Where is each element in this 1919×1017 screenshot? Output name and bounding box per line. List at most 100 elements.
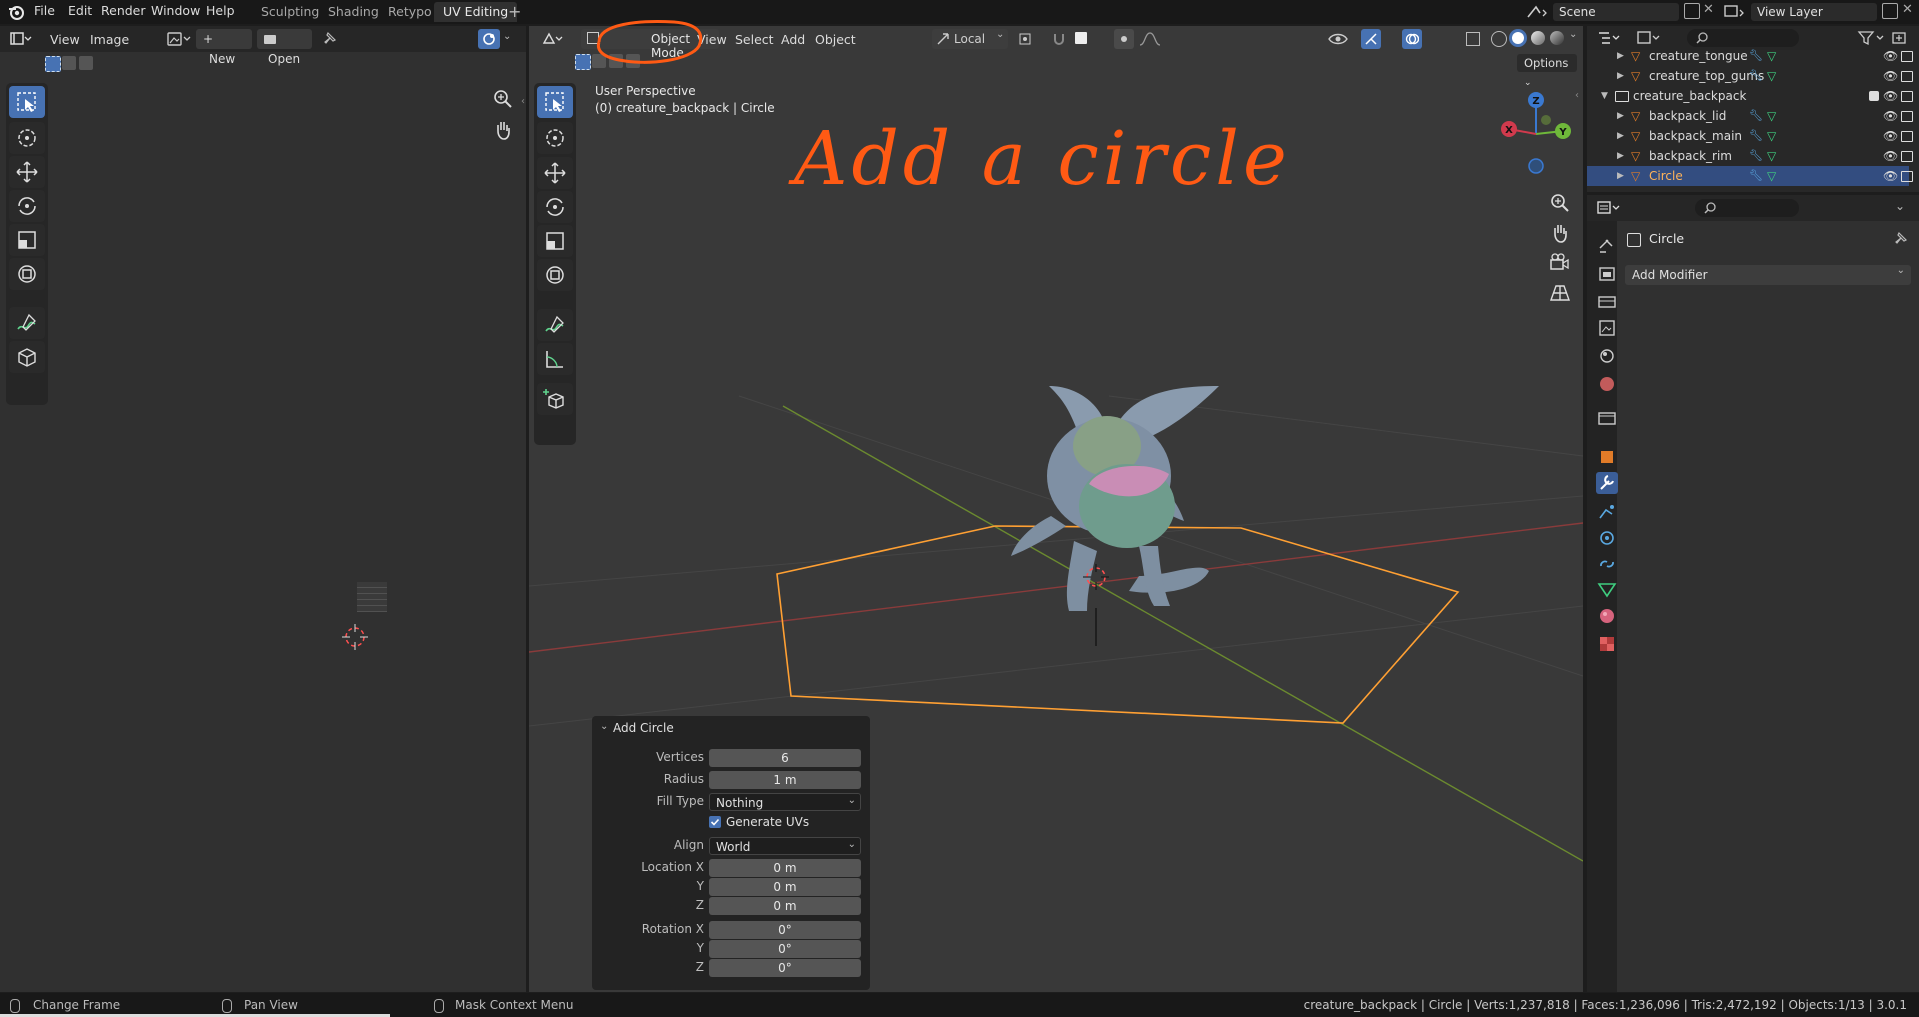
properties-editor-type-icon[interactable]	[1597, 200, 1621, 216]
view-layer-field[interactable]: View Layer	[1751, 3, 1877, 21]
rotation-x-field[interactable]: 0°	[709, 921, 861, 939]
view-layer-icon[interactable]	[1723, 4, 1749, 20]
uv-editor[interactable]: View Image + New Open ⌄	[0, 26, 526, 992]
vertices-field[interactable]: 6	[709, 749, 861, 767]
rotation-y-field[interactable]: 0°	[709, 940, 861, 958]
outliner-row[interactable]: ▶ ▽ backpack_main 🔧︎ ▽ 👁︎	[1587, 126, 1913, 146]
3d-cursor-icon[interactable]	[1081, 562, 1111, 592]
image-browse-icon[interactable]	[167, 31, 193, 47]
xray-icon[interactable]	[1466, 32, 1480, 46]
pan-hand-icon[interactable]	[492, 119, 514, 141]
viewport-tool-measure[interactable]	[537, 343, 573, 375]
viewport-tool-select-box[interactable]	[537, 86, 573, 118]
tool-move[interactable]	[9, 156, 45, 188]
copy-scene-icon[interactable]	[1684, 3, 1700, 19]
outliner-row[interactable]: ▶ ▽ backpack_rim 🔧︎ ▽ 👁︎	[1587, 146, 1913, 166]
new-collection-icon[interactable]	[1891, 30, 1909, 46]
location-x-field[interactable]: 0 m	[709, 859, 861, 877]
render-camera-icon[interactable]	[1901, 111, 1913, 122]
viewport-tool-rotate[interactable]	[537, 191, 573, 223]
mesh-data-icon[interactable]: ▽	[1767, 66, 1776, 86]
new-image-button[interactable]: + New	[196, 29, 252, 66]
expand-arrow-icon[interactable]: ▶	[1617, 106, 1624, 126]
snap-target-icon[interactable]	[1075, 32, 1087, 44]
proportional-edit-toggle[interactable]	[1114, 29, 1134, 49]
visibility-eye-icon[interactable]: 👁︎	[1883, 46, 1898, 66]
mesh-data-icon[interactable]: ▽	[1767, 146, 1776, 166]
gizmo-toggle[interactable]	[1361, 29, 1381, 49]
render-camera-icon[interactable]	[1901, 151, 1913, 162]
visibility-eye-icon[interactable]: 👁︎	[1883, 166, 1898, 186]
properties-search-input[interactable]	[1695, 199, 1799, 217]
expand-arrow-icon[interactable]: ▶	[1617, 166, 1624, 186]
viewport-tool-annotate[interactable]	[537, 309, 573, 341]
overlays-toggle[interactable]	[1402, 29, 1422, 49]
shading-solid-toggle[interactable]	[1509, 29, 1527, 47]
tool-uv-cube[interactable]	[9, 341, 45, 373]
expand-arrow-icon[interactable]: ▼	[1601, 86, 1608, 106]
modifier-wrench-icon[interactable]: 🔧︎	[1749, 66, 1763, 86]
pivot-point-icon[interactable]	[1018, 32, 1042, 46]
filter-icon[interactable]	[1857, 30, 1887, 46]
shading-material-icon[interactable]	[1531, 31, 1545, 45]
zoom-icon[interactable]	[492, 88, 514, 110]
scene-icon[interactable]	[1526, 3, 1552, 21]
blender-logo-icon[interactable]	[7, 3, 25, 21]
outliner-search-input[interactable]	[1687, 29, 1799, 47]
transform-orientation-dropdown[interactable]: Local ⌄	[932, 29, 1008, 49]
camera-icon[interactable]	[1549, 252, 1571, 274]
tool-rotate[interactable]	[9, 190, 45, 222]
menu-render[interactable]: Render	[101, 3, 146, 18]
visibility-eye-icon[interactable]: 👁︎	[1883, 86, 1898, 106]
properties-options-icon[interactable]: ⌄	[1895, 199, 1905, 213]
viewport-collapse-arrow[interactable]: ‹	[1575, 90, 1579, 101]
viewport-menu-select[interactable]: Select	[735, 32, 774, 47]
2d-cursor-icon[interactable]	[340, 622, 370, 652]
expand-arrow-icon[interactable]: ▶	[1617, 66, 1624, 86]
rotation-z-field[interactable]: 0°	[709, 959, 861, 977]
panel-collapse-chevron-icon[interactable]: ⌄	[600, 721, 608, 732]
mesh-data-icon[interactable]: ▽	[1767, 46, 1776, 66]
3d-viewport[interactable]: Object Mode View Select Add Object Local…	[529, 20, 1583, 992]
select-mode-face[interactable]	[79, 56, 93, 70]
select-mode-vertex[interactable]	[45, 56, 61, 72]
viewport-zoom-icon[interactable]	[1549, 192, 1571, 214]
select-mode-edge[interactable]	[62, 56, 76, 70]
shading-wireframe-icon[interactable]	[1491, 31, 1507, 47]
fill-type-dropdown[interactable]: Nothing ⌄	[709, 793, 861, 811]
menu-edit[interactable]: Edit	[68, 3, 92, 18]
close-view-layer-icon[interactable]: ✕	[1902, 2, 1913, 17]
uv-collapse-arrow[interactable]: ‹	[521, 96, 525, 107]
outliner-row[interactable]: ▶ ▽ creature_tongue 🔧︎ ▽ 👁︎	[1587, 46, 1913, 66]
menu-window[interactable]: Window	[151, 3, 200, 18]
viewport-tool-transform[interactable]	[537, 259, 573, 291]
viewport-tool-add-cube[interactable]	[537, 383, 573, 415]
mesh-data-icon[interactable]: ▽	[1767, 126, 1776, 146]
radius-field[interactable]: 1 m	[709, 771, 861, 789]
properties-pin-icon[interactable]	[1893, 231, 1909, 247]
viewport-menu-object[interactable]: Object	[815, 32, 856, 47]
render-camera-icon[interactable]	[1901, 91, 1913, 102]
open-image-button[interactable]: Open	[257, 29, 312, 66]
outliner-row[interactable]: ▶ ▽ backpack_lid 🔧︎ ▽ 👁︎	[1587, 106, 1913, 126]
render-camera-icon[interactable]	[1901, 131, 1913, 142]
collection-exclude-checkbox[interactable]	[1869, 91, 1879, 101]
visibility-eye-icon[interactable]: 👁︎	[1883, 106, 1898, 126]
visibility-eye-icon[interactable]	[1327, 30, 1349, 48]
tool-transform[interactable]	[9, 258, 45, 290]
tab-uv-editing[interactable]: UV Editing	[434, 2, 518, 22]
modifier-wrench-icon[interactable]: 🔧︎	[1749, 106, 1763, 126]
close-scene-icon[interactable]: ✕	[1703, 2, 1714, 17]
outliner-row[interactable]: ▼ creature_backpack 👁︎	[1587, 86, 1913, 106]
scene-field[interactable]: Scene	[1553, 3, 1679, 21]
copy-view-layer-icon[interactable]	[1882, 3, 1898, 19]
modifier-wrench-icon[interactable]: 🔧︎	[1749, 166, 1763, 186]
outliner-row[interactable]: ▶ ▽ creature_top_gums 🔧︎ ▽ 👁︎	[1587, 66, 1913, 86]
mesh-data-icon[interactable]: ▽	[1767, 166, 1776, 186]
viewport-pan-hand-icon[interactable]	[1549, 222, 1571, 244]
tool-annotate[interactable]	[9, 307, 45, 339]
outliner[interactable]: ▶ ▽ creature_tongue 🔧︎ ▽ 👁︎ ▶ ▽ creature_top_gum…	[1587, 26, 1919, 192]
navigation-gizmo[interactable]: Z Y X	[1491, 84, 1579, 194]
tab-retypo[interactable]: Retypo	[379, 2, 441, 22]
display-mode-icon[interactable]	[1637, 30, 1661, 46]
